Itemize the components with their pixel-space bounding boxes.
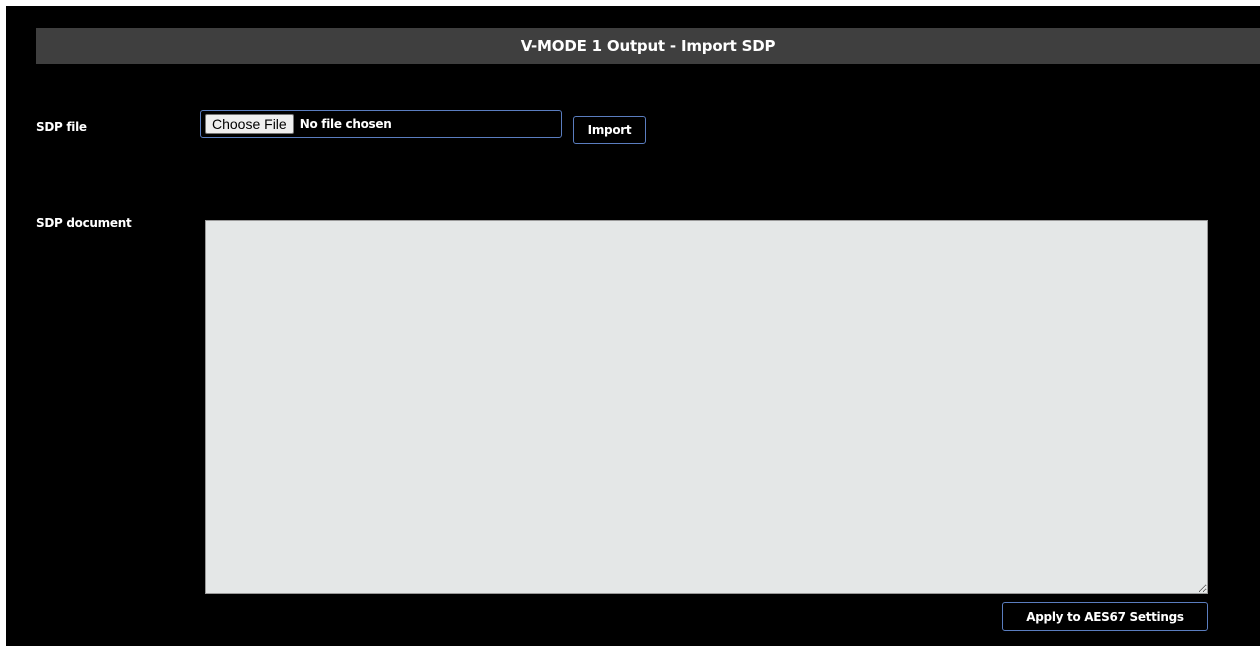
sdp-document-textarea[interactable]: [205, 220, 1208, 594]
settings-panel: V-MODE 1 Output - Import SDP SDP file Ch…: [6, 6, 1260, 646]
apply-to-aes67-button[interactable]: Apply to AES67 Settings: [1002, 602, 1208, 631]
sdp-document-label: SDP document: [36, 216, 132, 230]
file-status-text: No file chosen: [299, 117, 392, 131]
sdp-file-label: SDP file: [36, 120, 87, 134]
choose-file-button[interactable]: Choose File: [205, 114, 294, 134]
import-button[interactable]: Import: [573, 116, 646, 144]
sdp-file-input[interactable]: Choose File No file chosen: [200, 110, 562, 138]
page-title: V-MODE 1 Output - Import SDP: [36, 28, 1260, 64]
